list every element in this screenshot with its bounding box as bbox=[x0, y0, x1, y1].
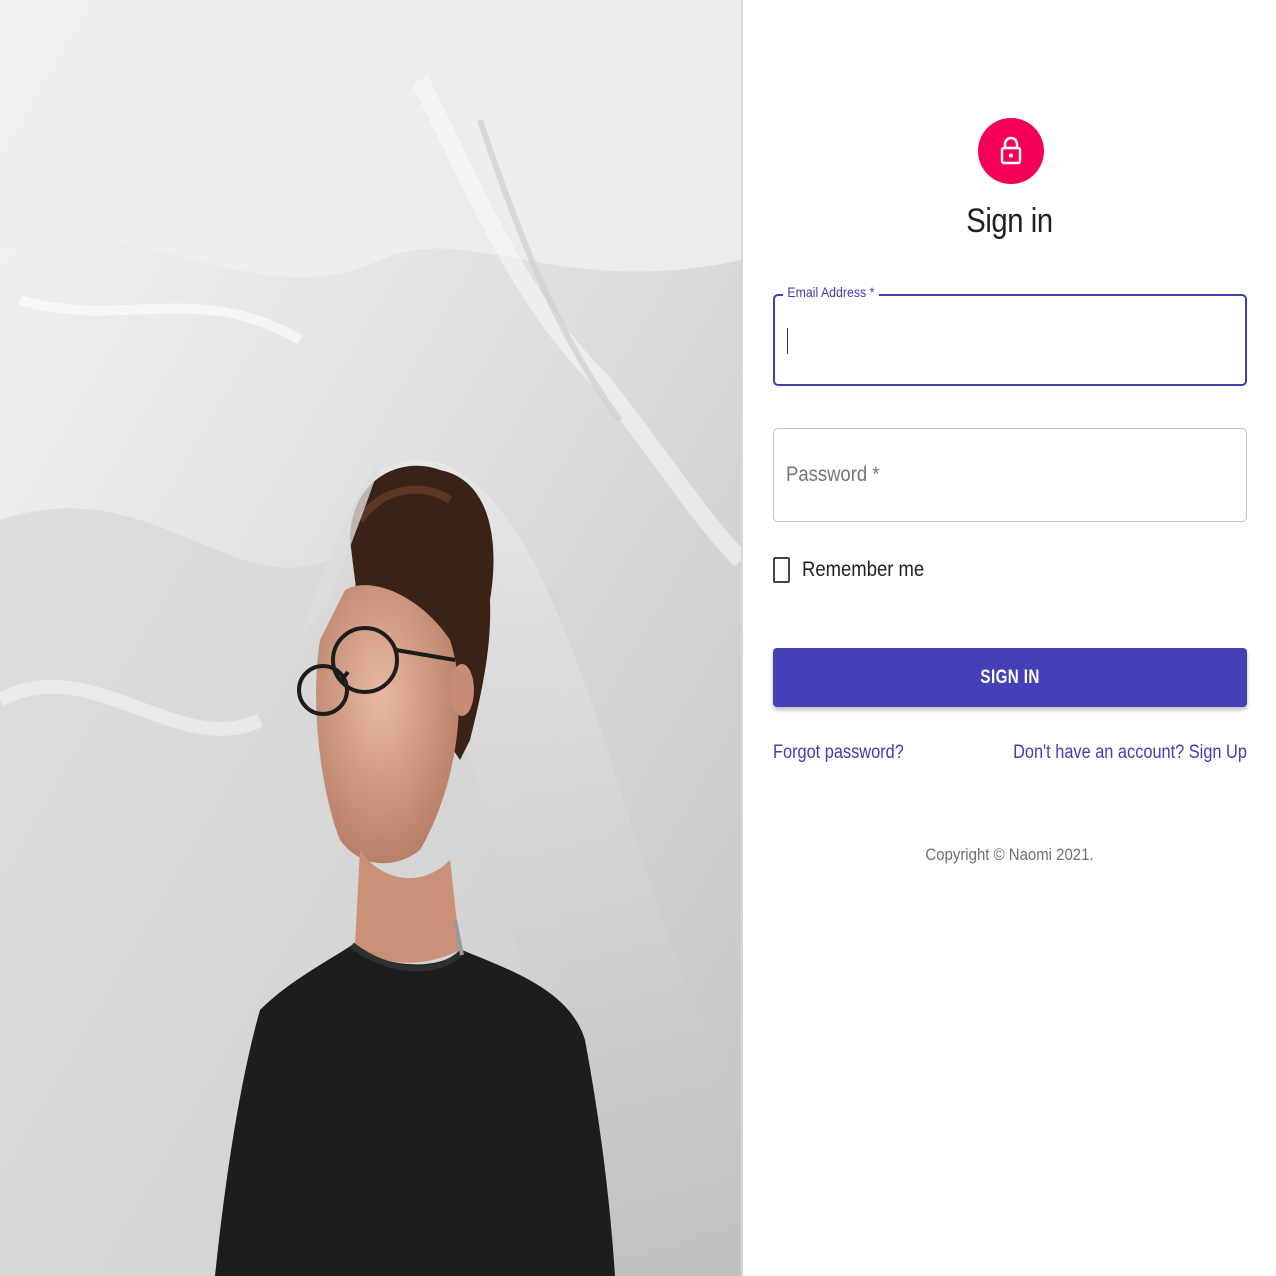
email-label: Email Address * bbox=[783, 284, 879, 300]
checkbox-box[interactable] bbox=[773, 557, 790, 583]
lock-icon bbox=[1000, 136, 1022, 165]
person-photo-illustration bbox=[0, 0, 741, 1276]
remember-me-checkbox[interactable]: Remember me bbox=[773, 557, 941, 583]
copyright-text: Copyright © Naomi 2021. bbox=[925, 845, 1094, 864]
text-cursor bbox=[787, 328, 788, 354]
sign-up-link[interactable]: Don't have an account? Sign Up bbox=[1013, 742, 1247, 764]
password-label: Password * bbox=[786, 463, 880, 486]
hero-photo bbox=[0, 0, 741, 1276]
sign-in-button-label: SIGN IN bbox=[980, 666, 1040, 688]
remember-me-label: Remember me bbox=[802, 558, 925, 581]
email-field[interactable]: Email Address * bbox=[773, 284, 1247, 386]
sign-in-panel: Sign in Email Address * Password * Remem… bbox=[743, 0, 1276, 1276]
lock-avatar bbox=[978, 118, 1044, 184]
password-field[interactable]: Password * bbox=[773, 428, 1247, 522]
sign-in-page: Sign in Email Address * Password * Remem… bbox=[0, 0, 1276, 1276]
page-title: Sign in bbox=[966, 202, 1053, 240]
forgot-password-link[interactable]: Forgot password? bbox=[773, 742, 904, 764]
sign-in-button[interactable]: SIGN IN bbox=[773, 648, 1247, 707]
